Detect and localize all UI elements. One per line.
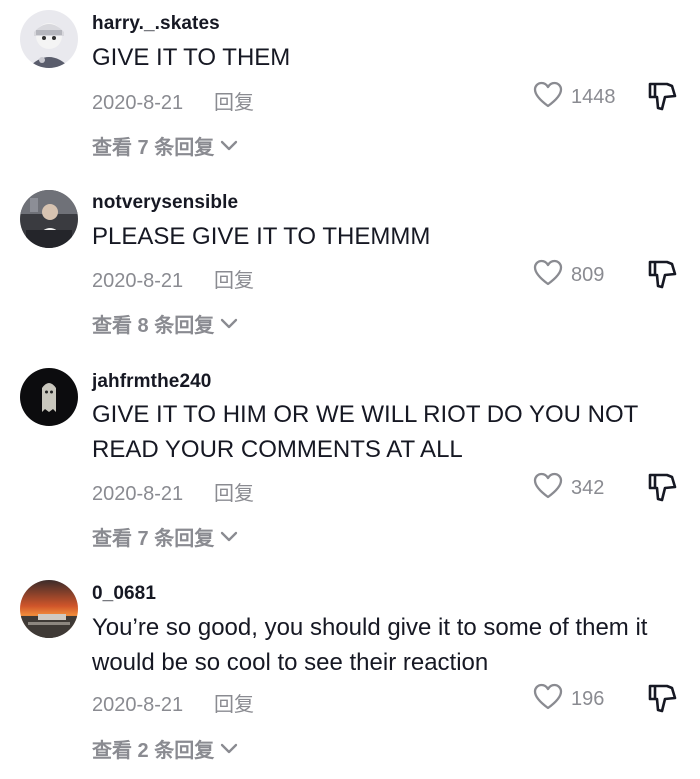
comment-date: 2020-8-21 bbox=[92, 483, 184, 505]
heart-outline-icon bbox=[533, 472, 563, 505]
avatar[interactable] bbox=[20, 190, 78, 248]
like-count: 342 bbox=[571, 476, 605, 499]
avatar[interactable] bbox=[20, 368, 78, 426]
avatar[interactable] bbox=[20, 10, 78, 68]
thumbs-down-outline-icon bbox=[645, 260, 677, 294]
reply-button[interactable]: 回复 bbox=[214, 477, 254, 506]
avatar[interactable] bbox=[20, 580, 78, 638]
view-replies-button[interactable]: 查看 8 条回复 bbox=[92, 309, 238, 338]
heart-outline-icon bbox=[533, 81, 563, 114]
dislike-button[interactable] bbox=[645, 471, 677, 503]
comment-username[interactable]: notverysensible bbox=[92, 192, 238, 214]
like-count: 1448 bbox=[571, 85, 616, 108]
thumbs-down-outline-icon bbox=[645, 684, 677, 718]
reply-button[interactable]: 回复 bbox=[214, 264, 254, 293]
heart-outline-icon bbox=[533, 259, 563, 292]
view-replies-label: 查看 7 条回复 bbox=[92, 137, 215, 159]
comment-text: PLEASE GIVE IT TO THEMMM bbox=[92, 223, 431, 250]
like-count: 809 bbox=[571, 263, 605, 286]
chevron-down-icon bbox=[220, 531, 238, 543]
thumbs-down-outline-icon bbox=[645, 82, 677, 116]
like-button[interactable]: 196 bbox=[533, 683, 605, 716]
dislike-button[interactable] bbox=[645, 258, 677, 290]
comment-username[interactable]: harry._.skates bbox=[92, 13, 220, 35]
comment-date: 2020-8-21 bbox=[92, 92, 184, 114]
comment-meta: 2020-8-21 回复 bbox=[92, 264, 254, 293]
reply-button[interactable]: 回复 bbox=[214, 86, 254, 115]
comment-text: You’re so good, you should give it to so… bbox=[92, 614, 648, 676]
comment-text: GIVE IT TO HIM OR WE WILL RIOT DO YOU NO… bbox=[92, 401, 638, 463]
view-replies-button[interactable]: 查看 7 条回复 bbox=[92, 522, 238, 551]
reply-button[interactable]: 回复 bbox=[214, 688, 254, 717]
comment-meta: 2020-8-21 回复 bbox=[92, 86, 254, 115]
comment-text: GIVE IT TO THEM bbox=[92, 44, 291, 71]
view-replies-label: 查看 7 条回复 bbox=[92, 528, 215, 550]
comment-meta: 2020-8-21 回复 bbox=[92, 477, 254, 506]
like-button[interactable]: 342 bbox=[533, 472, 605, 505]
dislike-button[interactable] bbox=[645, 80, 677, 112]
thumbs-down-outline-icon bbox=[645, 473, 677, 507]
comment-username[interactable]: jahfrmthe240 bbox=[92, 371, 211, 393]
like-button[interactable]: 809 bbox=[533, 259, 605, 292]
chevron-down-icon bbox=[220, 318, 238, 330]
comment-username[interactable]: 0_0681 bbox=[92, 583, 156, 605]
heart-outline-icon bbox=[533, 683, 563, 716]
chevron-down-icon bbox=[220, 743, 238, 755]
dislike-button[interactable] bbox=[645, 682, 677, 714]
view-replies-label: 查看 8 条回复 bbox=[92, 315, 215, 337]
comment-date: 2020-8-21 bbox=[92, 694, 184, 716]
like-count: 196 bbox=[571, 687, 605, 710]
comment-meta: 2020-8-21 回复 bbox=[92, 688, 254, 717]
view-replies-button[interactable]: 查看 7 条回复 bbox=[92, 131, 238, 160]
chevron-down-icon bbox=[220, 140, 238, 152]
view-replies-button[interactable]: 查看 2 条回复 bbox=[92, 734, 238, 763]
comment-date: 2020-8-21 bbox=[92, 270, 184, 292]
like-button[interactable]: 1448 bbox=[533, 81, 616, 114]
view-replies-label: 查看 2 条回复 bbox=[92, 740, 215, 762]
